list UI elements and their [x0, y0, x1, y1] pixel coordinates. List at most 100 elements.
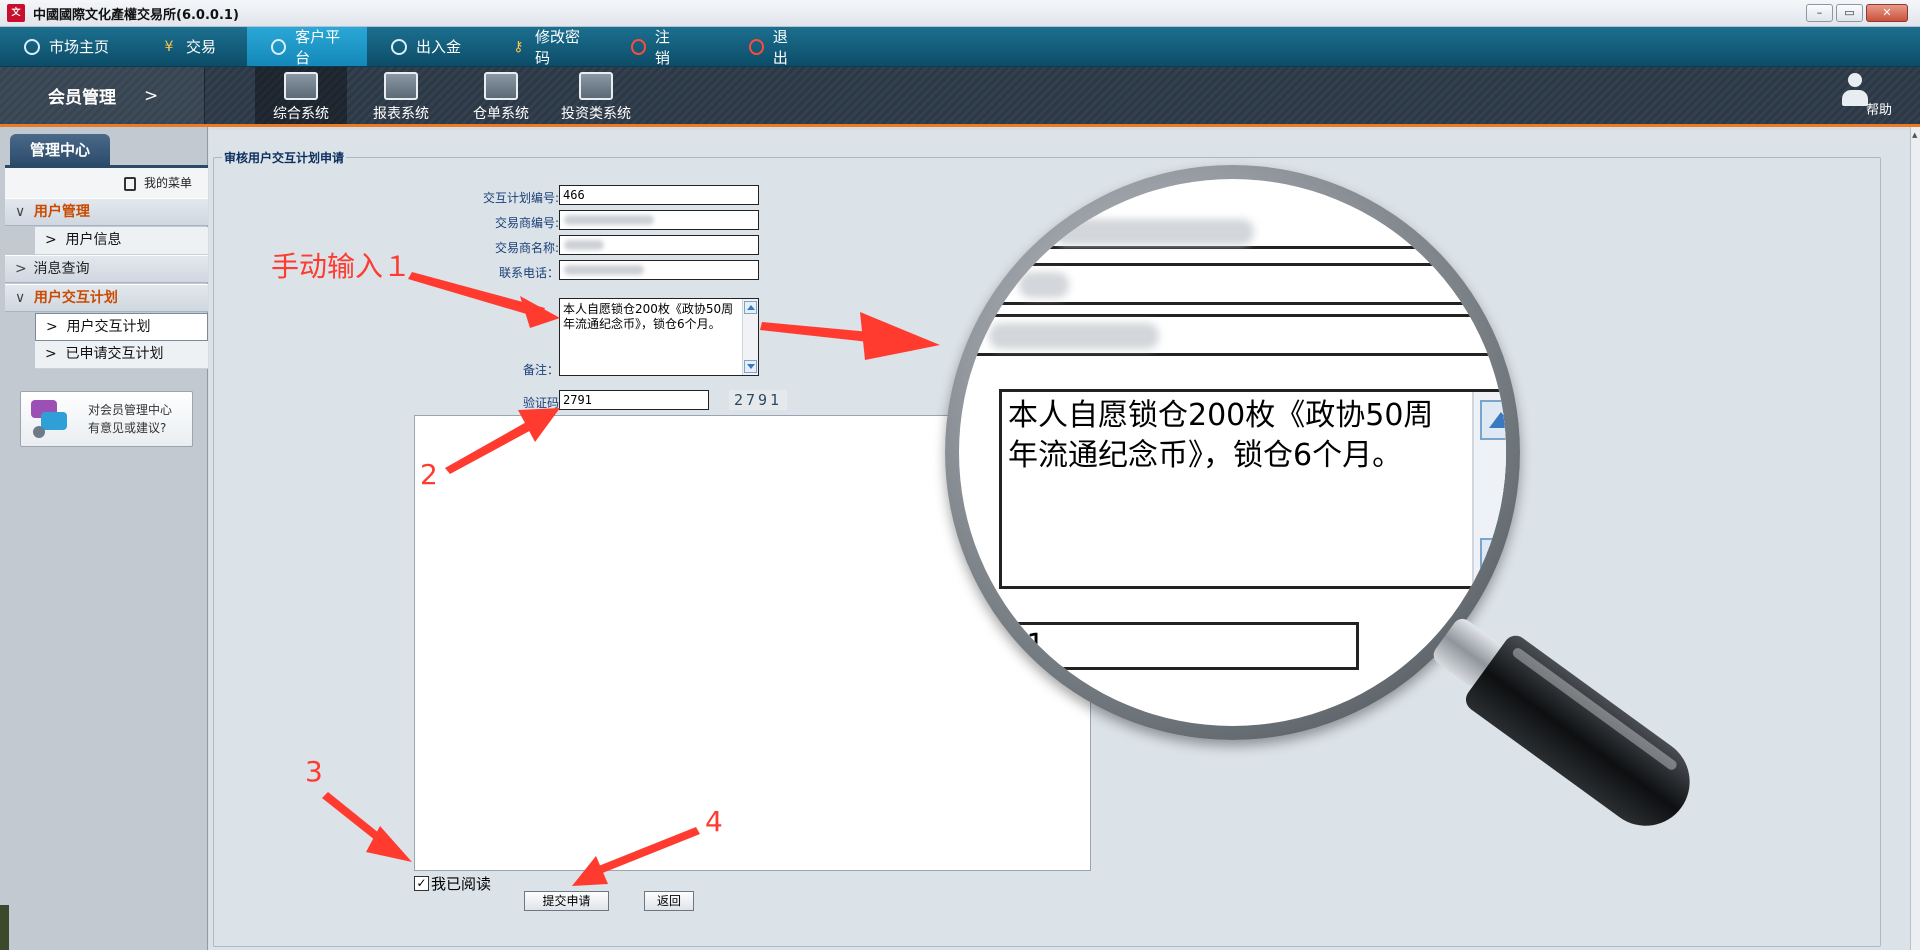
nav-change-password[interactable]: ⚷ 修改密码 [487, 27, 607, 67]
my-menu-label: 我的菜单 [143, 176, 192, 190]
help-label: 帮助 [1865, 103, 1892, 118]
printer-icon [484, 72, 518, 100]
member-management-label: 会员管理 [48, 88, 116, 108]
annotation-4: 4 [705, 805, 723, 838]
nav-exit[interactable]: 退 出 [725, 27, 843, 67]
folder-icon [384, 72, 418, 100]
phone-label: 联系电话： [498, 266, 559, 280]
item-label: 用户信息 [65, 232, 122, 248]
refresh-icon [391, 38, 407, 55]
trader-number-label: 交易商编号: [494, 216, 559, 230]
chevron-right-icon: > [45, 232, 57, 248]
nav-logout[interactable]: 注 销 [607, 27, 725, 67]
zoom-captcha-input: 91 [999, 622, 1359, 670]
tool-label: 报表系统 [373, 106, 429, 122]
nav-label: 交易 [186, 38, 217, 56]
scroll-up-icon[interactable]: ▲ [1912, 131, 1920, 139]
tool-warehouse-system[interactable]: 仓单系统 [455, 67, 547, 124]
money-icon [579, 72, 613, 100]
zoom-row [959, 314, 1506, 356]
nav-label: 市场主页 [49, 38, 110, 56]
help-button[interactable]: 帮助 [1832, 67, 1892, 124]
monitor-icon [284, 72, 318, 100]
scroll-up-icon [1480, 400, 1506, 440]
phone-input[interactable] [559, 260, 759, 280]
tool-integrated-system[interactable]: 综合系统 [255, 67, 347, 124]
member-management-header[interactable]: 会员管理 > [0, 67, 205, 124]
maximize-button[interactable]: ▭ [1836, 4, 1863, 22]
feedback-line-1: 对会员管理中心 [88, 403, 173, 417]
nav-label: 注 销 [654, 27, 700, 67]
annotation-3: 3 [305, 755, 323, 788]
remark-scrollbar[interactable] [742, 299, 758, 375]
remark-text: 本人自愿锁仓200枚《政协50周年流通纪念币》，锁仓6个月。 [563, 302, 734, 331]
nav-label: 退 出 [772, 27, 818, 67]
user-icon [1842, 73, 1868, 107]
zoom-remark-text: 本人自愿锁仓200枚《政协50周年流通纪念币》，锁仓6个月。 [1008, 398, 1434, 473]
chat-bubbles-icon [31, 400, 67, 438]
agree-checkbox[interactable]: ✓ [414, 876, 429, 891]
item-label: 已申请交互计划 [65, 346, 164, 362]
sidebar-group-user-interaction-plan[interactable]: ∨ 用户交互计划 [5, 284, 208, 312]
system-toolbar: 会员管理 > 综合系统 报表系统 仓单系统 投资类系统 帮助 [0, 67, 1920, 127]
nav-label: 修改密码 [534, 27, 580, 67]
submit-button[interactable]: 提交申请 [524, 891, 609, 911]
top-navigation: 市场主页 ¥ 交易 客户平台 出入金 ⚷ 修改密码 注 销 退 出 [0, 27, 1920, 67]
sidebar-item-user-interaction-plan[interactable]: > 用户交互计划 [35, 313, 208, 341]
form-legend: 审核用户交互计划申请 [222, 149, 347, 166]
trader-number-input[interactable] [559, 210, 759, 230]
group-label: 消息查询 [33, 261, 90, 277]
tool-investment-system[interactable]: 投资类系统 [550, 67, 642, 124]
tool-label: 仓单系统 [473, 106, 529, 122]
main-scrollbar[interactable]: ▲ [1910, 127, 1920, 950]
remark-textarea[interactable]: 本人自愿锁仓200枚《政协50周年流通纪念币》，锁仓6个月。 [559, 298, 759, 376]
chevron-right-icon: > [46, 319, 58, 335]
nav-trade[interactable]: ¥ 交易 [137, 27, 247, 66]
scroll-down-icon[interactable] [744, 360, 757, 373]
tool-report-system[interactable]: 报表系统 [355, 67, 447, 124]
group-label: 用户管理 [33, 204, 90, 220]
remark-label: 备注： [522, 363, 559, 377]
zoom-remark-textarea: 本人自愿锁仓200枚《政协50周年流通纪念币》，锁仓6个月。 [999, 389, 1506, 589]
clipboard-icon [123, 176, 136, 191]
app-logo-icon: 文 [7, 4, 25, 22]
annotation-2: 2 [420, 458, 438, 491]
power-icon [749, 38, 764, 55]
sidebar-group-message-query[interactable]: > 消息查询 [5, 255, 208, 283]
zoom-scrollbar [1472, 392, 1506, 586]
refresh-icon [271, 38, 287, 55]
scroll-up-icon[interactable] [744, 301, 757, 314]
key-icon: ⚷ [513, 38, 524, 55]
back-button[interactable]: 返回 [644, 891, 694, 911]
group-label: 用户交互计划 [33, 290, 118, 306]
feedback-button[interactable]: 对会员管理中心 有意见或建议? [20, 391, 193, 447]
trader-name-input[interactable] [559, 235, 759, 255]
magnifier-lens: 本人自愿锁仓200枚《政协50周年流通纪念币》，锁仓6个月。 91 [959, 179, 1506, 726]
power-icon [631, 38, 646, 55]
close-button[interactable]: ✕ [1866, 4, 1908, 22]
plan-number-input[interactable]: 466 [559, 185, 759, 205]
window-title: 中國國際文化產權交易所(6.0.0.1) [33, 7, 239, 23]
refresh-icon [24, 38, 40, 55]
nav-client-platform[interactable]: 客户平台 [247, 27, 367, 67]
tab-management-center[interactable]: 管理中心 [10, 134, 110, 166]
chevron-down-icon: ∨ [15, 290, 26, 306]
feedback-text: 对会员管理中心 有意见或建议? [88, 401, 172, 437]
sidebar-item-applied-interaction-plan[interactable]: > 已申请交互计划 [35, 341, 208, 369]
captcha-input[interactable]: 2791 [559, 390, 709, 410]
zoom-row [959, 219, 1506, 249]
tool-label: 投资类系统 [561, 106, 631, 122]
nav-market-home[interactable]: 市场主页 [0, 27, 137, 66]
agree-checkbox-row[interactable]: ✓ 我已阅读 [414, 873, 491, 894]
chevron-right-icon: > [144, 85, 159, 106]
taskbar-edge [0, 905, 9, 950]
sidebar-item-user-info[interactable]: > 用户信息 [35, 227, 208, 255]
minimize-button[interactable]: – [1806, 4, 1833, 22]
nav-label: 客户平台 [295, 27, 341, 67]
my-menu-button[interactable]: 我的菜单 [5, 168, 208, 198]
annotation-1: 手动输入１ [271, 250, 412, 283]
sidebar-group-user-management[interactable]: ∨ 用户管理 [5, 198, 208, 226]
captcha-image[interactable]: 2791 [729, 390, 787, 410]
nav-deposit-withdraw[interactable]: 出入金 [367, 27, 487, 66]
plan-number-label: 交互计划编号: [482, 191, 559, 205]
